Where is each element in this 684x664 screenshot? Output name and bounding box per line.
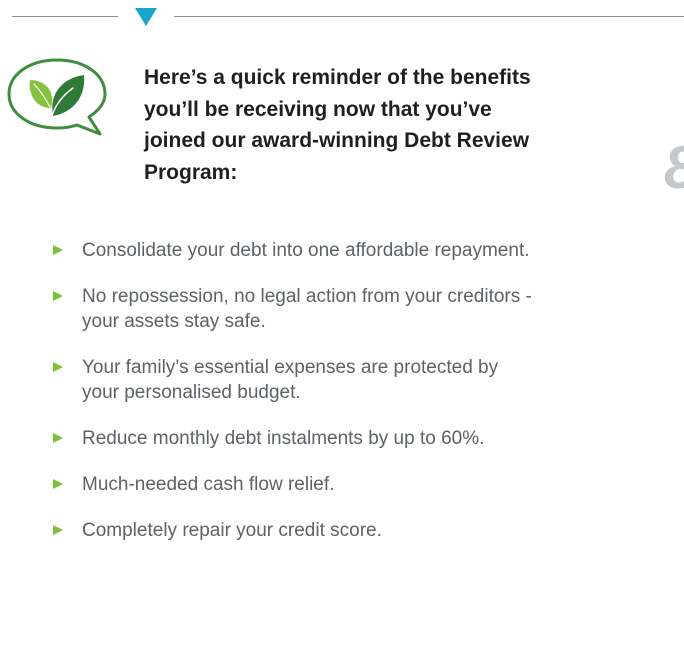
benefit-item: Consolidate your debt into one affordabl… <box>0 238 660 263</box>
benefit-text: your assets stay safe. <box>82 311 266 332</box>
intro-heading-line: Here’s a quick reminder of the benefits <box>144 66 531 89</box>
triangle-right-icon <box>53 245 63 255</box>
triangle-down-icon <box>135 8 157 26</box>
divider-left <box>12 16 118 17</box>
benefit-text: No repossession, no legal action from yo… <box>82 286 532 307</box>
intro-heading-line: Program: <box>144 160 238 184</box>
benefit-text: Your family’s essential expenses are pro… <box>82 357 499 378</box>
triangle-right-icon <box>53 525 63 535</box>
benefit-item: No repossession, no legal action from yo… <box>0 284 660 334</box>
benefit-text: Completely repair your credit score. <box>82 520 382 541</box>
edge-numeral: 8 <box>664 138 684 198</box>
benefit-text: Reduce monthly debt instalments by up to… <box>82 428 485 449</box>
intro-heading-line: you’ll be receiving now that you’ve <box>144 97 492 121</box>
benefit-item: Reduce monthly debt instalments by up to… <box>0 426 660 451</box>
benefit-list: Consolidate your debt into one affordabl… <box>0 238 660 564</box>
benefit-text: Consolidate your debt into one affordabl… <box>82 240 530 261</box>
benefit-item: Completely repair your credit score. <box>0 518 660 543</box>
triangle-right-icon <box>53 291 63 301</box>
speech-bubble-leaves-icon <box>7 58 107 136</box>
triangle-right-icon <box>53 433 63 443</box>
benefit-text: your personalised budget. <box>82 382 301 403</box>
divider-right <box>174 16 684 17</box>
intro-heading-line: joined our award-winning Debt Review <box>144 129 530 152</box>
benefit-item: Your family’s essential expenses are pro… <box>0 355 660 405</box>
triangle-right-icon <box>53 362 63 372</box>
intro-heading: Here’s a quick reminder of the benefits y… <box>144 62 624 188</box>
benefit-item: Much-needed cash flow relief. <box>0 472 660 497</box>
triangle-right-icon <box>53 479 63 489</box>
benefit-text: Much-needed cash flow relief. <box>82 474 335 495</box>
